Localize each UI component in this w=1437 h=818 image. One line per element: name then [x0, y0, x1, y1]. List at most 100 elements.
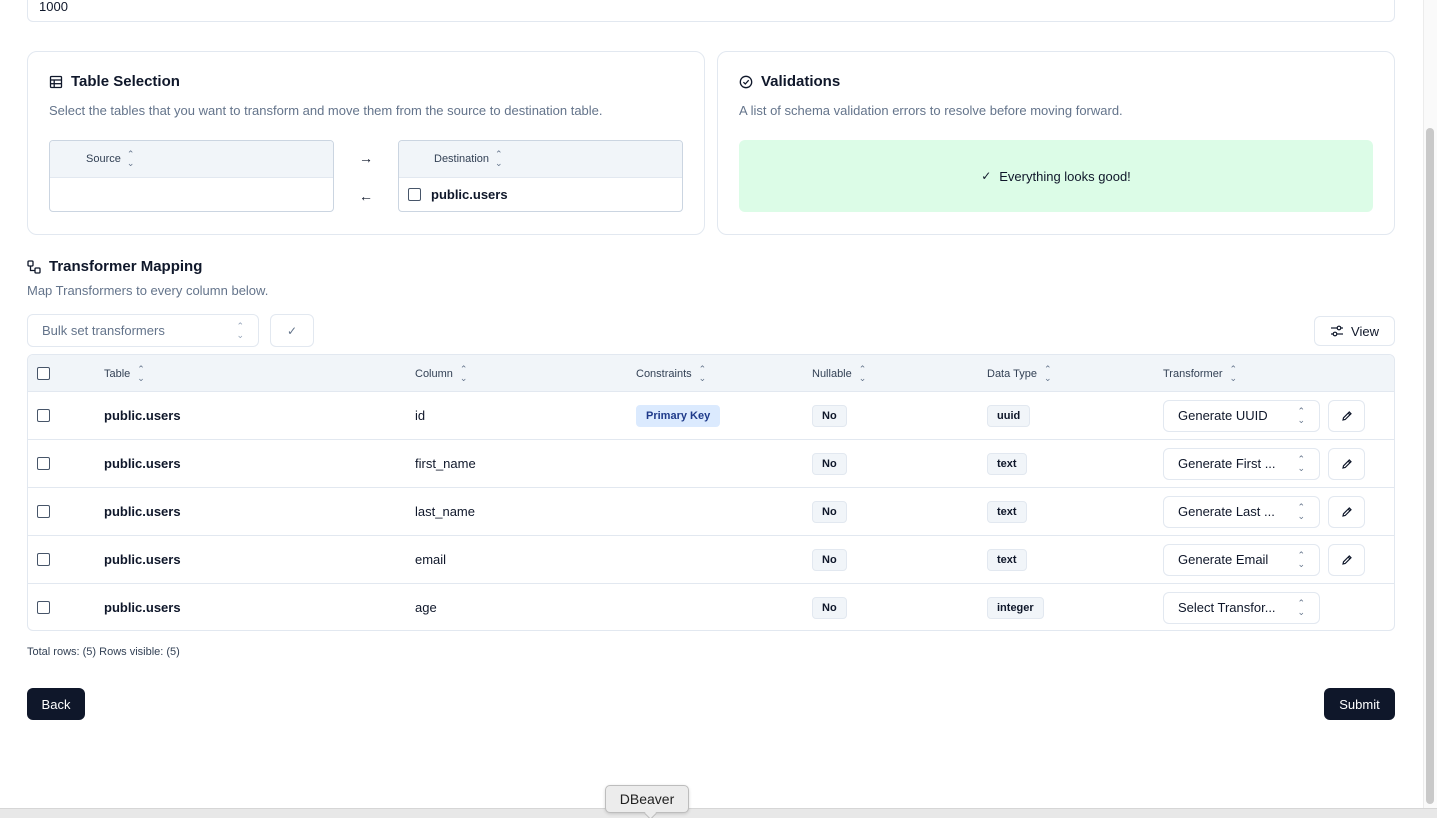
transformer-select[interactable]: Generate Last ... ⌃ ⌄ [1163, 495, 1320, 528]
destination-item-checkbox[interactable] [408, 188, 421, 201]
column-header-label: Constraints [636, 367, 692, 380]
column-header-transformer[interactable]: Transformer ⌃ ⌄ [1163, 355, 1237, 392]
data-type-badge: text [987, 452, 1027, 475]
transformer-select-value: Generate Last ... [1178, 504, 1275, 519]
cell-table: public.users [104, 600, 181, 615]
scrollbar-thumb[interactable] [1426, 128, 1434, 804]
pencil-icon [1341, 458, 1352, 469]
validation-status: ✓ Everything looks good! [739, 140, 1373, 212]
nullable-badge: No [812, 548, 847, 571]
column-header-data-type[interactable]: Data Type ⌃ ⌄ [987, 355, 1052, 392]
taskbar [0, 808, 1437, 818]
row-checkbox[interactable] [37, 601, 50, 614]
app-tooltip: DBeaver [605, 785, 689, 813]
transformer-select[interactable]: Generate First ... ⌃ ⌄ [1163, 447, 1320, 480]
table-body: public.users id Primary Key No uuid Generate … [28, 392, 1394, 630]
edit-transformer-button[interactable] [1328, 399, 1365, 432]
transformer-select[interactable]: Generate UUID ⌃ ⌄ [1163, 399, 1320, 432]
row-select-cell [37, 536, 50, 583]
constraint-badge: Primary Key [636, 404, 721, 427]
row-checkbox[interactable] [37, 505, 50, 518]
nullable-badge: No [812, 452, 847, 475]
column-header-label: Nullable [812, 367, 852, 380]
apply-bulk-button[interactable]: ✓ [270, 314, 314, 347]
workflow-icon [27, 259, 41, 274]
view-options-button[interactable]: View [1314, 316, 1395, 346]
select-all-cell [37, 355, 50, 392]
chevron-up-down-icon: ⌃ ⌄ [1297, 453, 1305, 473]
transformer-select[interactable]: Generate Email ⌃ ⌄ [1163, 543, 1320, 576]
edit-transformer-button[interactable] [1328, 447, 1365, 480]
column-header-column[interactable]: Column ⌃ ⌄ [415, 355, 467, 392]
column-header-table[interactable]: Table ⌃ ⌄ [104, 355, 145, 392]
data-type-badge: text [987, 500, 1027, 523]
back-button[interactable]: Back [27, 688, 85, 720]
table-selection-subtitle: Select the tables that you want to trans… [49, 103, 603, 118]
submit-button[interactable]: Submit [1324, 688, 1395, 720]
vertical-scrollbar[interactable] [1423, 0, 1437, 818]
validations-card: Validations A list of schema validation … [717, 51, 1395, 235]
data-type-badge: uuid [987, 404, 1031, 427]
table-selection-title: Table Selection [71, 73, 180, 90]
check-icon: ✓ [981, 169, 992, 183]
cell-edit [1328, 392, 1365, 439]
move-right-arrow-icon[interactable]: → [356, 148, 376, 168]
sliders-icon [1331, 325, 1344, 337]
table-row: public.users age No integer Select Transfor.… [28, 584, 1394, 630]
transformer-table: Table ⌃ ⌄ Column ⌃ ⌄ Constraints ⌃ ⌄ Nullable ⌃… [27, 354, 1395, 631]
check-icon: ✓ [286, 323, 298, 338]
source-header[interactable]: Source ⌃ ⌄ [50, 141, 333, 178]
sort-icon: ⌃ ⌄ [698, 363, 707, 383]
cell-nullable: No [812, 584, 847, 630]
edit-transformer-button[interactable] [1328, 543, 1365, 576]
destination-header-label: Destination [434, 153, 490, 165]
cell-table: public.users [104, 456, 181, 471]
cell-table: public.users [104, 408, 181, 423]
cell-nullable: No [812, 536, 847, 583]
destination-item[interactable]: public.users [399, 178, 682, 211]
chevron-up-down-icon: ⌃ ⌄ [1297, 549, 1305, 569]
sort-icon: ⌃ ⌄ [495, 149, 503, 168]
row-checkbox[interactable] [37, 457, 50, 470]
destination-header[interactable]: Destination ⌃ ⌄ [399, 141, 682, 178]
select-all-checkbox[interactable] [37, 367, 50, 380]
column-header-nullable[interactable]: Nullable ⌃ ⌄ [812, 355, 866, 392]
transformer-select[interactable]: Select Transfor... ⌃ ⌄ [1163, 591, 1320, 624]
cell-transformer: Generate Last ... ⌃ ⌄ [1163, 488, 1320, 535]
pencil-icon [1341, 506, 1352, 517]
row-select-cell [37, 488, 50, 535]
cell-column: id [415, 408, 426, 423]
source-list[interactable]: Source ⌃ ⌄ [49, 140, 334, 212]
column-header-constraints[interactable]: Constraints ⌃ ⌄ [636, 355, 706, 392]
source-header-label: Source [86, 153, 121, 165]
edit-transformer-button[interactable] [1328, 495, 1365, 528]
sort-icon: ⌃ ⌄ [126, 149, 135, 168]
destination-list[interactable]: Destination ⌃ ⌄ public.users [398, 140, 683, 212]
transformer-mapping-title: Transformer Mapping [49, 258, 203, 275]
cell-edit [1328, 536, 1365, 583]
column-header-label: Column [415, 367, 453, 380]
cell-column: last_name [415, 504, 475, 519]
row-checkbox[interactable] [37, 553, 50, 566]
column-header-label: Table [104, 367, 131, 380]
cell-column: age [415, 600, 437, 615]
sort-icon: ⌃ ⌄ [858, 363, 867, 383]
move-left-arrow-icon[interactable]: ← [356, 186, 376, 206]
cell-data-type: text [987, 440, 1027, 487]
row-select-cell [37, 584, 50, 630]
table-selection-heading: Table Selection [49, 73, 180, 90]
row-count: Total rows: (5) Rows visible: (5) [27, 646, 180, 658]
sort-icon: ⌃ ⌄ [1229, 363, 1238, 383]
row-checkbox[interactable] [37, 409, 50, 422]
nullable-badge: No [812, 500, 847, 523]
cell-column: email [415, 552, 447, 567]
cell-nullable: No [812, 488, 847, 535]
chevron-up-down-icon: ⌃ ⌄ [1297, 597, 1305, 617]
max-rows-input[interactable]: 1000 [27, 0, 1395, 22]
cell-edit [1328, 440, 1365, 487]
bulk-transformer-select[interactable]: Bulk set transformers ⌃ ⌄ [27, 314, 259, 347]
cell-data-type: uuid [987, 392, 1031, 439]
cell-nullable: No [812, 392, 847, 439]
column-header-label: Data Type [987, 367, 1037, 380]
table-row: public.users last_name No text Generate Last… [28, 488, 1394, 536]
